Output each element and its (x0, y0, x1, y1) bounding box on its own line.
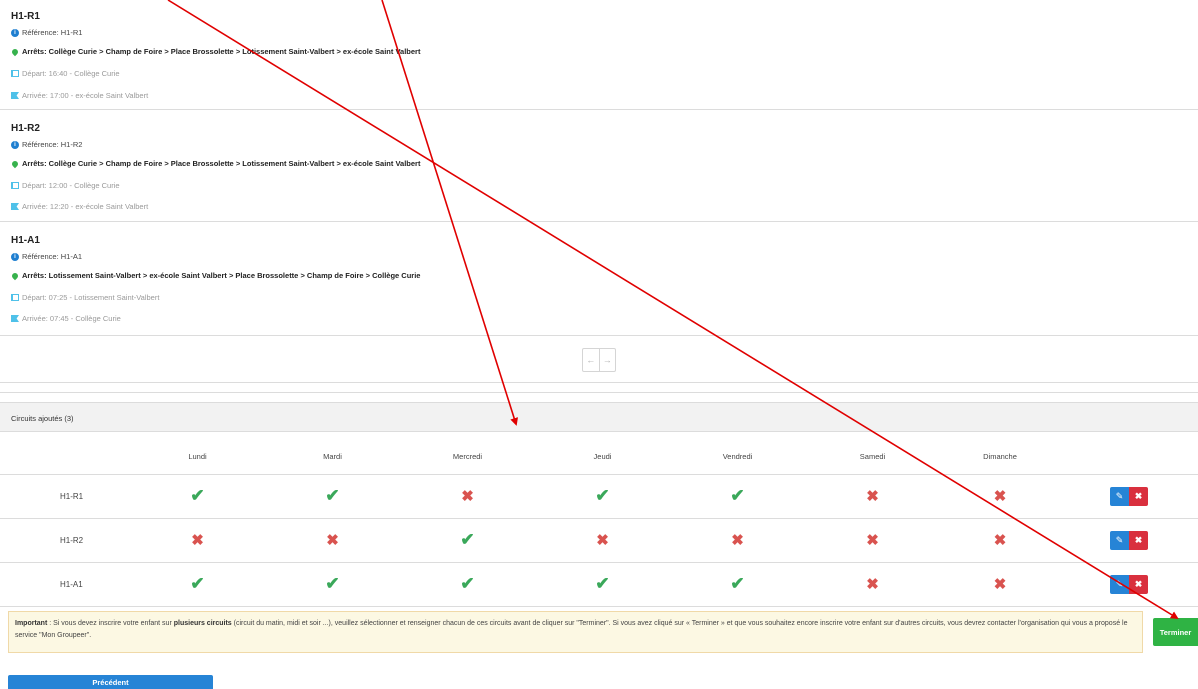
row-actions: ✎ ✖ (1060, 562, 1198, 607)
route-departure: Départ: 16:40 - Collège Curie (22, 69, 120, 78)
cross-icon: ✖ (993, 532, 1007, 549)
flag-icon (11, 203, 19, 210)
divider (0, 392, 1198, 393)
route-title: H1-R2 (11, 123, 40, 134)
circuit-name: H1-R2 (60, 518, 130, 563)
edit-icon[interactable]: ✎ (1110, 486, 1129, 506)
route-stops: Arrêts: Collège Curie > Champ de Foire >… (22, 159, 421, 168)
route-stops: Arrêts: Lotissement Saint-Valbert > ex-é… (22, 271, 421, 280)
check-icon: ✔ (325, 574, 340, 593)
delete-icon[interactable]: ✖ (1129, 486, 1148, 506)
route-arrival: Arrivée: 07:45 - Collège Curie (22, 314, 121, 323)
previous-button[interactable]: Précédent (8, 675, 213, 689)
delete-icon[interactable]: ✖ (1129, 574, 1148, 594)
map-pin-icon (10, 159, 20, 168)
flag-icon (11, 92, 19, 99)
check-icon: ✔ (730, 486, 745, 505)
route-departure: Départ: 12:00 - Collège Curie (22, 181, 120, 190)
day-header: Dimanche (940, 440, 1060, 475)
route-reference: Référence: H1-R2 (22, 140, 83, 149)
check-icon: ✔ (325, 486, 340, 505)
notice-prefix: Important (15, 620, 48, 627)
prev-page-button[interactable]: ← (583, 349, 599, 371)
route-reference: Référence: H1-A1 (22, 252, 83, 261)
check-icon: ✔ (190, 574, 205, 593)
route-card-h1-r1[interactable]: H1-R1 i Référence: H1-R1 Arrêts: Collège … (0, 0, 1198, 110)
route-title: H1-A1 (11, 235, 40, 246)
route-reference: Référence: H1-R1 (22, 28, 83, 37)
divider (0, 382, 1198, 383)
cross-icon: ✖ (866, 532, 879, 549)
cross-icon: ✖ (993, 576, 1007, 593)
info-icon: i (11, 28, 19, 37)
flag-outline-icon (11, 182, 19, 189)
edit-icon[interactable]: ✎ (1110, 530, 1129, 550)
route-stops: Arrêts: Collège Curie > Champ de Foire >… (22, 47, 421, 56)
check-icon: ✔ (460, 574, 475, 593)
table-header-row: Lundi Mardi Mercredi Jeudi Vendredi Same… (0, 440, 1198, 475)
route-arrival: Arrivée: 12:20 - ex-école Saint Valbert (22, 202, 149, 211)
flag-icon (11, 315, 19, 322)
cross-icon: ✖ (461, 488, 474, 505)
table-row: H1-R1 ✔ ✔ ✖ ✔ ✔ ✖ ✖ ✎ ✖ (0, 474, 1198, 519)
check-icon: ✔ (190, 486, 205, 505)
row-actions: ✎ ✖ (1060, 518, 1198, 563)
finish-button[interactable]: Terminer (1153, 618, 1198, 646)
day-header: Vendredi (670, 440, 805, 475)
cross-icon: ✖ (326, 532, 339, 549)
day-header: Mercredi (400, 440, 535, 475)
check-icon: ✔ (595, 574, 610, 593)
info-icon: i (11, 252, 19, 261)
circuits-panel-header: Circuits ajoutés (3) (0, 402, 1198, 432)
route-card-h1-r2[interactable]: H1-R2 i Référence: H1-R2 Arrêts: Collège … (0, 110, 1198, 222)
delete-icon[interactable]: ✖ (1129, 530, 1148, 550)
cross-icon: ✖ (866, 576, 879, 593)
next-page-button[interactable]: → (598, 349, 616, 371)
important-notice: Important : Si vous devez inscrire votre… (8, 611, 1143, 653)
day-header: Mardi (265, 440, 400, 475)
circuits-table: Lundi Mardi Mercredi Jeudi Vendredi Same… (0, 440, 1198, 607)
cross-icon: ✖ (993, 488, 1007, 505)
cross-icon: ✖ (191, 532, 204, 549)
cross-icon: ✖ (596, 532, 609, 549)
day-header: Jeudi (535, 440, 670, 475)
cross-icon: ✖ (731, 532, 744, 549)
route-arrival: Arrivée: 17:00 - ex-école Saint Valbert (22, 91, 149, 100)
circuit-name: H1-A1 (60, 562, 130, 607)
row-actions: ✎ ✖ (1060, 474, 1198, 519)
table-row: H1-A1 ✔ ✔ ✔ ✔ ✔ ✖ ✖ ✎ ✖ (0, 562, 1198, 607)
flag-outline-icon (11, 294, 19, 301)
circuits-count-label: Circuits ajoutés (3) (11, 414, 74, 423)
notice-text: : Si vous devez inscrire votre enfant su… (47, 620, 174, 627)
flag-outline-icon (11, 70, 19, 77)
route-title: H1-R1 (11, 11, 40, 22)
cross-icon: ✖ (866, 488, 879, 505)
check-icon: ✔ (460, 530, 475, 549)
route-card-h1-a1[interactable]: H1-A1 i Référence: H1-A1 Arrêts: Lotissem… (0, 222, 1198, 336)
map-pin-icon (10, 271, 20, 280)
notice-emphasis: plusieurs circuits (173, 620, 232, 627)
table-row: H1-R2 ✖ ✖ ✔ ✖ ✖ ✖ ✖ ✎ ✖ (0, 518, 1198, 563)
info-icon: i (11, 140, 19, 149)
check-icon: ✔ (730, 574, 745, 593)
route-departure: Départ: 07:25 - Lotissement Saint-Valber… (22, 293, 160, 302)
check-icon: ✔ (595, 486, 610, 505)
pagination: ← → (582, 348, 616, 372)
circuit-name: H1-R1 (60, 474, 130, 519)
day-header: Samedi (805, 440, 940, 475)
day-header: Lundi (130, 440, 265, 475)
edit-icon[interactable]: ✎ (1110, 574, 1129, 594)
map-pin-icon (10, 47, 20, 56)
